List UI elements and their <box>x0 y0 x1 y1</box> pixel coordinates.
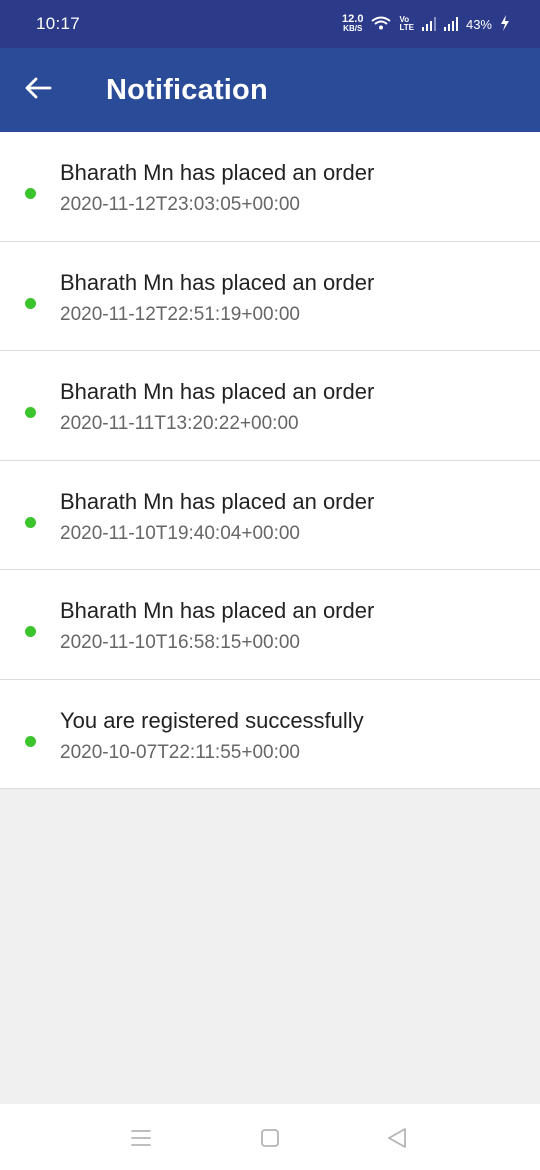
unread-dot-icon <box>25 735 36 747</box>
unread-dot-icon <box>25 516 36 528</box>
unread-dot-icon <box>25 297 36 309</box>
status-time: 10:17 <box>36 14 81 33</box>
notification-time: 2020-11-10T16:58:15+00:00 <box>60 632 300 653</box>
notification-time: 2020-11-12T23:03:05+00:00 <box>60 194 300 215</box>
charging-icon <box>500 14 510 34</box>
home-icon[interactable] <box>258 1126 282 1150</box>
notification-title: Bharath Mn has placed an order <box>60 269 375 295</box>
notification-time: 2020-11-12T22:51:19+00:00 <box>60 303 300 325</box>
notification-item[interactable]: Bharath Mn has placed an order 2020-11-1… <box>0 132 540 242</box>
notification-item[interactable]: Bharath Mn has placed an order 2020-11-1… <box>0 242 540 351</box>
notification-item[interactable]: Bharath Mn has placed an order 2020-11-1… <box>0 351 540 461</box>
notification-item[interactable]: Bharath Mn has placed an order 2020-11-1… <box>0 461 540 570</box>
notification-item[interactable]: Bharath Mn has placed an order 2020-11-1… <box>0 570 540 680</box>
unread-dot-icon <box>25 407 36 418</box>
signal-icon-sim2 <box>443 17 458 31</box>
signal-icon-sim1 <box>421 17 436 31</box>
status-bar: 10:17 12.0 KB/S Vo LTE 43% <box>0 0 540 48</box>
unread-dot-icon <box>25 188 36 199</box>
notification-title: You are registered successfully <box>60 707 364 733</box>
volte-bottom: LTE <box>399 23 414 32</box>
page-title: Notification <box>106 73 268 106</box>
unread-dot-icon <box>25 626 36 637</box>
app-bar: Notification <box>0 48 540 132</box>
network-speed: 12.0 KB/S <box>342 13 364 34</box>
notification-time: 2020-10-07T22:11:55+00:00 <box>60 741 300 763</box>
network-speed-unit: KB/S <box>343 24 363 33</box>
notification-list: Bharath Mn has placed an order 2020-11-1… <box>0 132 540 789</box>
arrow-left-icon <box>24 76 52 105</box>
wifi-icon <box>371 16 392 33</box>
back-button[interactable] <box>0 48 78 132</box>
battery-level: 43% <box>465 16 492 32</box>
network-speed-value: 12.0 <box>342 13 364 25</box>
menu-icon[interactable] <box>129 1126 153 1150</box>
notification-title: Bharath Mn has placed an order <box>60 379 375 404</box>
back-triangle-icon[interactable] <box>385 1126 409 1150</box>
notification-title: Bharath Mn has placed an order <box>60 488 375 514</box>
notification-time: 2020-11-11T13:20:22+00:00 <box>60 413 299 434</box>
notification-title: Bharath Mn has placed an order <box>60 160 375 185</box>
status-indicators: 12.0 KB/S Vo LTE 43% <box>342 13 510 34</box>
volte-indicator: Vo LTE <box>399 16 414 32</box>
system-nav-bar <box>0 1104 540 1170</box>
notification-item[interactable]: You are registered successfully 2020-10-… <box>0 680 540 789</box>
notification-time: 2020-11-10T19:40:04+00:00 <box>60 522 300 544</box>
notification-title: Bharath Mn has placed an order <box>60 598 375 623</box>
